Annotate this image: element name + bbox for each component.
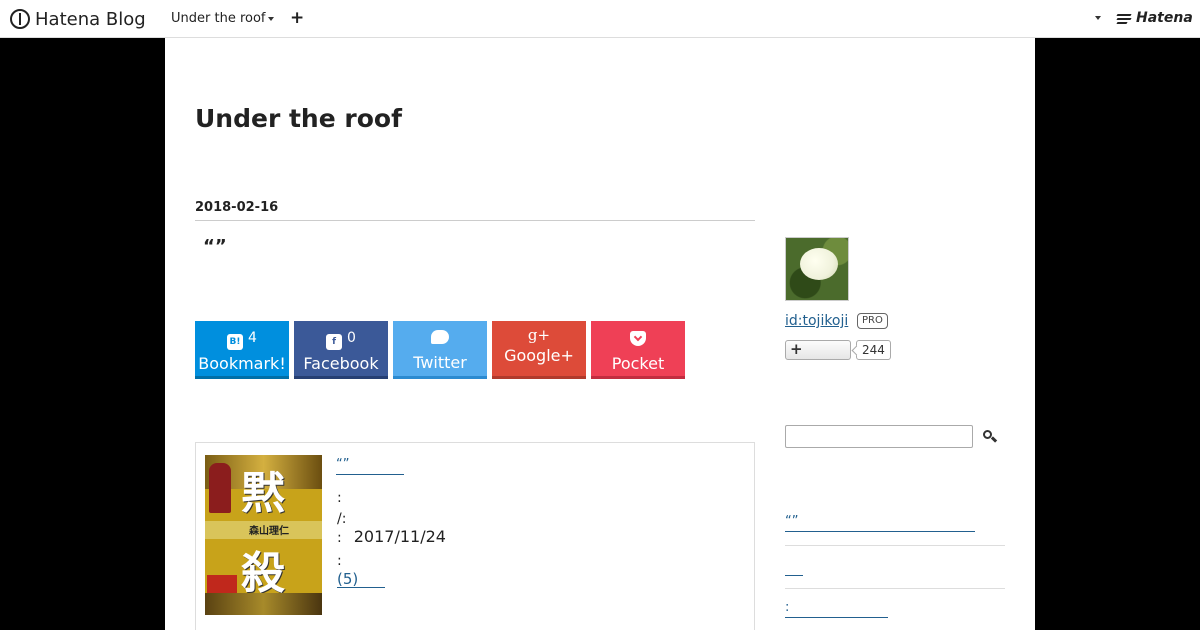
facebook-label: Facebook [303,354,379,373]
search-icon-handle [990,436,998,443]
pro-badge: PRO [857,313,888,329]
product-info-label: : [337,553,342,569]
chevron-down-icon [267,16,274,21]
hatena-bookmark-icon: B! [227,334,244,350]
blog-menu-dropdown[interactable]: Under the roof [171,11,274,26]
facebook-count: 0 [347,330,356,346]
entry-date[interactable]: 2018-02-16 [195,200,278,215]
follower-count[interactable]: 244 [856,340,891,360]
hatena-brand-text: Hatena [1136,10,1193,26]
logo-text: Hatena Blog [35,8,146,30]
search-input[interactable] [785,425,973,448]
sidebar-link[interactable] [785,560,803,576]
search-button[interactable] [981,428,999,446]
cover-title-top: 黙 [241,468,285,519]
product-info-row: : [337,550,354,569]
product-info-value: 2017/11/24 [353,527,446,546]
follow-button[interactable]: + [785,340,851,360]
hatena-brand-link[interactable]: Hatena [1116,10,1193,26]
page-container: Under the roof 2018-02-16 “” B! 4 Bookmar… [165,38,1035,630]
googleplus-share-button[interactable]: g+ Google+ [492,321,586,379]
add-entry-button[interactable]: + [290,8,304,28]
avatar-flower [800,248,838,280]
hatena-brand-icon [1116,13,1133,24]
product-info-label: /: [337,511,347,527]
bookmark-count: 4 [248,330,257,346]
product-card: 黙 森山理仁 殺 “” : /: :2017/11/24 : (5) [195,442,755,630]
user-menu-caret-icon[interactable] [1095,16,1101,20]
pocket-icon [630,331,646,346]
global-header: Hatena Blog Under the roof + Hatena [0,0,1200,38]
product-info-row: /: [337,508,358,527]
product-info-label: : [337,490,342,506]
sidebar-link[interactable]: : [785,601,888,618]
cover-title-bottom: 殺 [241,548,285,599]
googleplus-icon: g+ [527,326,551,344]
blog-title[interactable]: Under the roof [195,104,402,133]
cover-author: 森山理仁 [249,526,289,537]
sidebar-link[interactable]: “” [785,515,975,532]
bookmark-label: Bookmark! [198,354,286,373]
product-info-row: : [337,487,354,506]
date-divider [195,220,755,221]
book-cover-image[interactable]: 黙 森山理仁 殺 [205,455,322,615]
bookmark-count-row: B! 4 [195,329,289,350]
sidebar-divider [785,588,1005,589]
facebook-icon: f [326,334,343,350]
user-avatar[interactable] [785,237,849,301]
product-info-row: :2017/11/24 [337,527,446,546]
pocket-label: Pocket [611,354,665,373]
twitter-share-button[interactable]: Twitter [393,321,487,379]
product-info-label: : [337,530,342,546]
twitter-bird-icon [431,330,449,344]
cover-red-label [207,575,237,593]
hatena-blog-logo[interactable]: Hatena Blog [10,7,146,31]
user-id-link[interactable]: id:tojikoji [785,313,848,329]
entry-title[interactable]: “” [203,236,227,257]
cover-figure [209,463,231,513]
hatena-bookmark-button[interactable]: B! 4 Bookmark! [195,321,289,379]
googleplus-label: Google+ [504,346,574,365]
cover-bottom-band [205,593,322,615]
facebook-count-row: f0 [294,329,388,350]
pocket-share-button[interactable]: Pocket [591,321,685,379]
facebook-share-button[interactable]: f0 Facebook [294,321,388,379]
blog-menu-label: Under the roof [171,11,266,26]
hatena-logo-icon [10,9,30,29]
sidebar-divider [785,545,1005,546]
product-reviews-link[interactable]: (5) [337,570,385,588]
product-title-link[interactable]: “” [336,458,404,475]
twitter-label: Twitter [413,353,467,372]
